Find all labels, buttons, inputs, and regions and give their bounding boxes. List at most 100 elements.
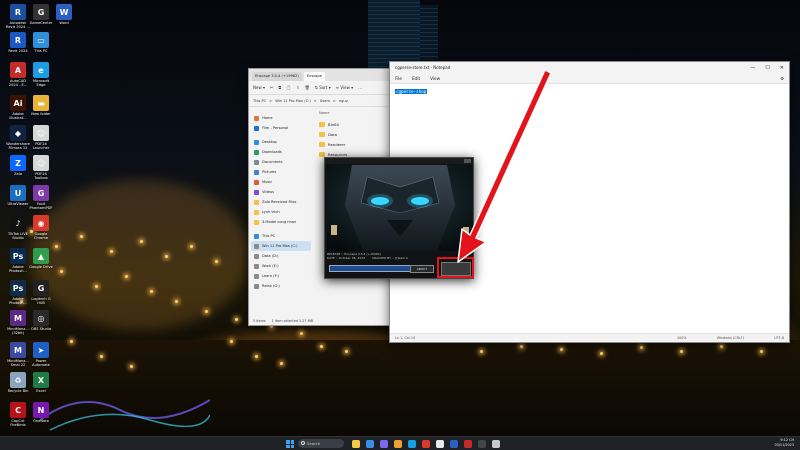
- folder-icon: [254, 115, 259, 121]
- nav-item-label: Documents: [262, 160, 283, 164]
- desktop-icon-label: Google Chrome: [33, 232, 49, 240]
- paste-icon[interactable]: 📋: [286, 85, 291, 90]
- patcher-info: RELEASE :: Enscape 3.5.4 (+19982) DATE :…: [327, 252, 447, 260]
- nav-item[interactable]: Desktop: [251, 137, 311, 147]
- app-icon[interactable]: [464, 440, 472, 448]
- breadcrumb-item[interactable]: This PC: [253, 99, 266, 103]
- menu-file[interactable]: File: [395, 76, 402, 81]
- desktop-icon-label: This PC: [34, 49, 48, 53]
- nav-item-label: Zalo Received Files: [262, 200, 297, 204]
- breadcrumb-item[interactable]: Users: [320, 99, 330, 103]
- word-icon[interactable]: [450, 440, 458, 448]
- nav-item[interactable]: Documents: [251, 157, 311, 167]
- start-button[interactable]: [286, 440, 294, 448]
- nav-item[interactable]: 3.Model cong nhan: [251, 217, 311, 227]
- desktop-icon[interactable]: N OneNote: [26, 402, 56, 423]
- nav-item[interactable]: Lynh trich: [251, 207, 311, 217]
- city-light: [255, 355, 258, 358]
- nav-item[interactable]: Relax (G:): [251, 281, 311, 291]
- file-name: Renderer: [328, 141, 346, 147]
- sort-button[interactable]: ⇅ Sort ▾: [315, 85, 331, 90]
- folder-icon: [254, 179, 259, 185]
- desktop-icon[interactable]: ▭ This PC: [26, 32, 56, 53]
- notepad-status-bar: Ln 1, Col 14 100% Windows (CRLF) UTF-8: [390, 333, 789, 342]
- navigation-pane: Home Film - Personal Desktop Downloads Docum…: [249, 109, 313, 317]
- file-explorer-icon[interactable]: [352, 440, 360, 448]
- app-icon: e: [33, 62, 49, 78]
- settings-icon[interactable]: ⚙: [780, 76, 784, 81]
- desktop-icon-label: Foxit PhantomPDF: [29, 202, 53, 210]
- desktop-icon-label: Microsoft Edge: [32, 79, 50, 87]
- app-icon: Ps: [10, 280, 26, 296]
- maximize-button[interactable]: ☐: [765, 65, 769, 71]
- desktop-icon[interactable]: ◎ OBS Studio: [26, 310, 56, 331]
- system-tray-clock[interactable]: 9:12 CH 03/11/2023: [774, 438, 794, 448]
- app-icon[interactable]: [492, 440, 500, 448]
- desktop-icon[interactable]: ▬ New folder: [26, 95, 56, 116]
- app-icon[interactable]: [478, 440, 486, 448]
- nav-item[interactable]: Music: [251, 177, 311, 187]
- nav-item[interactable]: Win 11 Pro Max (C:): [251, 241, 311, 251]
- copy-icon[interactable]: ⧉: [278, 85, 281, 90]
- menu-view[interactable]: View: [430, 76, 440, 81]
- nav-item[interactable]: Learn (F:): [251, 271, 311, 281]
- desktop-icon[interactable]: ➤ Power Automate: [26, 342, 56, 367]
- folder-icon: [319, 131, 325, 137]
- folder-icon: [254, 253, 259, 259]
- minimize-button[interactable]: —: [750, 65, 755, 71]
- desktop-icon[interactable]: G Foxit PhantomPDF: [26, 185, 56, 210]
- new-button[interactable]: New ▾: [253, 85, 265, 90]
- desktop-icon[interactable]: ☺ PDF24 Toolbox: [26, 155, 56, 180]
- taskbar-search[interactable]: Search: [298, 439, 344, 448]
- cut-icon[interactable]: ✂: [270, 85, 273, 90]
- nav-item[interactable]: Data (D:): [251, 251, 311, 261]
- menu-edit[interactable]: Edit: [412, 76, 420, 81]
- delete-icon[interactable]: 🗑: [305, 85, 310, 90]
- chrome-icon[interactable]: [422, 440, 430, 448]
- desktop-icon[interactable]: X Excel: [26, 372, 56, 393]
- breadcrumb-item[interactable]: Win 11 Pro Max (C:): [275, 99, 311, 103]
- desktop-icon[interactable]: W Word: [49, 4, 79, 25]
- nav-item[interactable]: Work (E:): [251, 261, 311, 271]
- breadcrumb-item[interactable]: nguy: [339, 99, 348, 103]
- patcher-banner-art: [327, 165, 473, 251]
- explorer-tab[interactable]: Enscape: [303, 72, 325, 81]
- app-icon: Ai: [10, 95, 26, 111]
- edge-icon[interactable]: [408, 440, 416, 448]
- desktop-icon[interactable]: G Logitech G HUB: [26, 280, 56, 305]
- folder-icon: [254, 233, 259, 239]
- about-button[interactable]: ABOUT: [410, 265, 434, 273]
- explorer-status-bar: 5 items 1 item selected 1.27 MB: [253, 319, 313, 323]
- nav-item[interactable]: This PC: [251, 231, 311, 241]
- city-light: [100, 355, 103, 358]
- notepad-icon[interactable]: [436, 440, 444, 448]
- desktop-icon[interactable]: ▲ Google Drive: [26, 248, 56, 269]
- city-light: [110, 250, 113, 253]
- chat-icon[interactable]: [380, 440, 388, 448]
- selected-text[interactable]: cgperse-shop: [395, 89, 428, 94]
- app-icon: M: [10, 310, 26, 326]
- folder-icon[interactable]: [394, 440, 402, 448]
- desktop-icon-label: Logitech G HUB: [31, 297, 51, 305]
- close-button[interactable]: ✕: [780, 65, 784, 71]
- notepad-text-area[interactable]: cgperse-shop: [395, 89, 428, 94]
- share-icon[interactable]: ⇪: [296, 85, 299, 90]
- folder-icon: [254, 209, 259, 215]
- explorer-tab[interactable]: Enscape 3.5.4 (+19982): [252, 72, 302, 81]
- city-light: [760, 350, 763, 353]
- more-button[interactable]: …: [358, 85, 362, 90]
- teams-icon[interactable]: [366, 440, 374, 448]
- nav-item[interactable]: Pictures: [251, 167, 311, 177]
- nav-item[interactable]: Zalo Received Files: [251, 197, 311, 207]
- app-icon: ➤: [33, 342, 49, 358]
- view-button[interactable]: ≡ View ▾: [336, 85, 353, 90]
- desktop-icon[interactable]: e Microsoft Edge: [26, 62, 56, 87]
- notepad-title: cgperse-store.txt - Notepad: [395, 65, 451, 70]
- desktop-icon[interactable]: ☺ PDF24 Launcher: [26, 125, 56, 150]
- nav-item[interactable]: Film - Personal: [251, 123, 311, 133]
- desktop-icon[interactable]: ◉ Google Chrome: [26, 215, 56, 240]
- nav-item[interactable]: Downloads: [251, 147, 311, 157]
- nav-item[interactable]: Home: [251, 113, 311, 123]
- patcher-close-button[interactable]: [464, 159, 471, 163]
- nav-item[interactable]: Videos: [251, 187, 311, 197]
